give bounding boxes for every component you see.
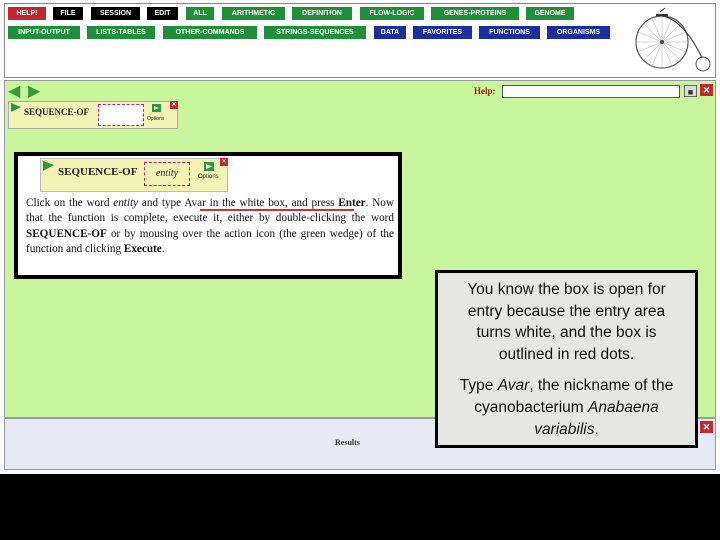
menu-genes-proteins-button[interactable]: GENES-PROTEINS: [431, 7, 519, 20]
menu-flow-logic-button[interactable]: FLOW-LOGIC: [360, 7, 424, 20]
tutorial-options-arrow-icon: [204, 162, 214, 171]
menu-functions-button[interactable]: FUNCTIONS: [479, 26, 540, 39]
tutorial-wedge-icon: [43, 161, 54, 171]
instruction-callout: You know the box is open for entry becau…: [435, 270, 698, 448]
menu-session-button[interactable]: SESSION: [91, 7, 140, 20]
back-arrow-icon[interactable]: ◀: [8, 84, 20, 100]
callout-paragraph-1: You know the box is open for entry becau…: [467, 281, 666, 363]
menu-data-button[interactable]: DATA: [374, 26, 406, 39]
tutorial-image-panel: SEQUENCE-OF entity Options ✕ Click on th…: [14, 152, 402, 279]
options-arrow-icon[interactable]: [152, 104, 161, 112]
menu-lists-tables-button[interactable]: LISTS-TABLES: [87, 26, 155, 39]
menu-favorites-button[interactable]: FAVORITES: [413, 26, 472, 39]
options-label[interactable]: Options: [147, 116, 164, 122]
menu-organisms-button[interactable]: ORGANISMS: [547, 26, 610, 39]
tutorial-close-icon: ✕: [220, 158, 228, 166]
menu-file-button[interactable]: FILE: [53, 7, 83, 20]
action-wedge-icon[interactable]: [11, 103, 21, 113]
menu-input-output-button[interactable]: INPUT-OUTPUT: [8, 26, 80, 39]
tutorial-instructions: Click on the word entity and type Avar i…: [26, 197, 394, 256]
bicycle-logo-icon: [635, 7, 711, 72]
menu-help-button[interactable]: HELP!: [8, 7, 46, 20]
sequence-of-title[interactable]: SEQUENCE-OF: [24, 107, 89, 117]
help-input[interactable]: [502, 85, 680, 98]
menu-strings-sequences-button[interactable]: STRINGS-SEQUENCES: [264, 26, 366, 39]
menu-genome-button[interactable]: GENOME: [526, 7, 574, 20]
menu-arithmetic-button[interactable]: ARITHMETIC: [222, 7, 285, 20]
close-icon[interactable]: ✕: [700, 84, 713, 96]
forward-arrow-icon[interactable]: ▶: [28, 84, 40, 100]
menu-other-commands-button[interactable]: OTHER-COMMANDS: [163, 26, 257, 39]
tutorial-entry-field: entity: [144, 162, 190, 186]
menu-edit-button[interactable]: EDIT: [147, 7, 178, 20]
app-window: HELP! FILE SESSION EDIT ALL ARITHMETIC D…: [0, 0, 720, 474]
menu-definition-button[interactable]: DEFINITION: [292, 7, 352, 20]
page: HELP! FILE SESSION EDIT ALL ARITHMETIC D…: [0, 0, 720, 540]
help-label: Help:: [474, 86, 496, 96]
minimize-icon[interactable]: ■: [684, 85, 697, 97]
callout-paragraph-2: Type Avar, the nickname of the cyanobact…: [459, 377, 674, 438]
results-close-icon[interactable]: ✕: [700, 421, 713, 433]
tutorial-options-label: Options: [198, 174, 219, 180]
sequence-of-entry-field[interactable]: [98, 104, 144, 126]
tutorial-function-title: SEQUENCE-OF: [58, 166, 138, 178]
menu-all-button[interactable]: ALL: [186, 7, 214, 20]
results-label: Results: [335, 438, 360, 447]
small-box-close-icon[interactable]: ✕: [170, 101, 178, 109]
